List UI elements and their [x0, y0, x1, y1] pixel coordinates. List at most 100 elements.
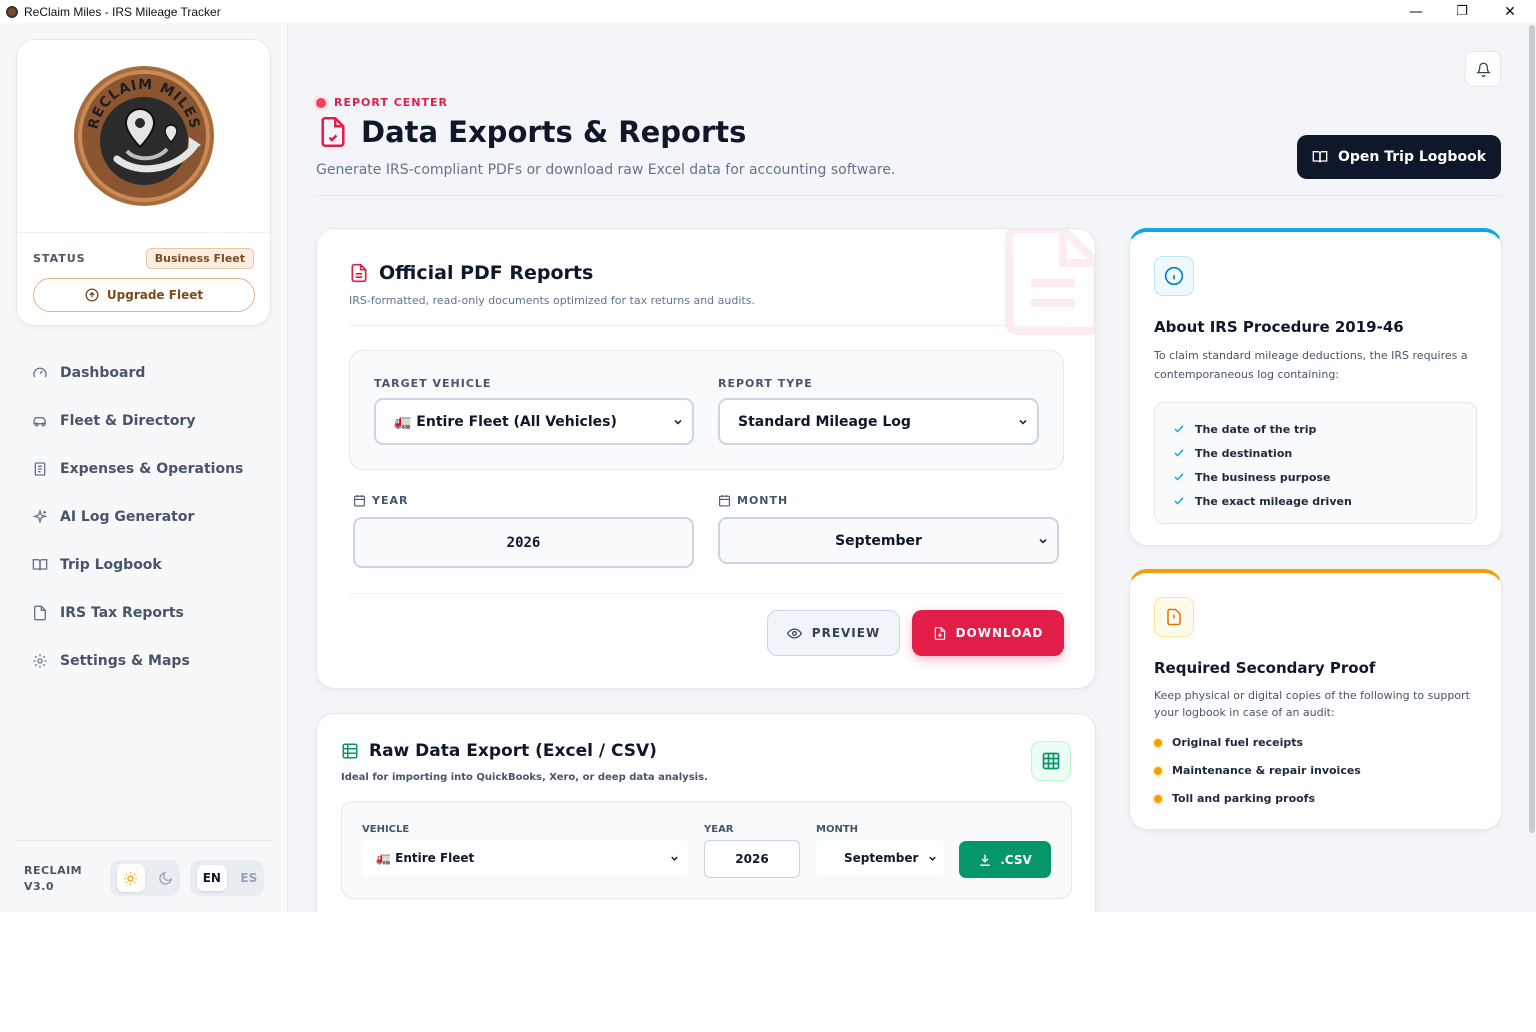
irs-procedure-body: To claim standard mileage deductions, th…	[1154, 349, 1468, 381]
lang-es-button[interactable]: ES	[240, 871, 257, 885]
list-item-text: Toll and parking proofs	[1172, 792, 1316, 805]
sidebar-item-dashboard[interactable]: Dashboard	[22, 349, 272, 397]
sidebar-item-label: Fleet & Directory	[60, 413, 196, 429]
version-line-1: RECLAIM	[24, 864, 83, 877]
theme-toggle	[110, 860, 180, 896]
close-button[interactable]: ✕	[1487, 0, 1533, 23]
light-theme-button[interactable]	[116, 864, 145, 892]
download-icon	[980, 854, 990, 866]
sidebar-item-ai-log[interactable]: AI Log Generator	[22, 493, 272, 541]
raw-year-input[interactable]: 2026	[704, 840, 800, 878]
divider	[349, 325, 1065, 326]
eye-icon	[786, 627, 802, 639]
list-item: The destination	[1173, 441, 1458, 465]
chevron-down-icon	[671, 856, 678, 861]
gauge-icon	[33, 367, 47, 378]
month-label: MONTH	[718, 494, 788, 507]
notifications-button[interactable]	[1465, 51, 1501, 87]
check-icon	[1174, 449, 1184, 457]
raw-export-panel: VEHICLE 🚛 Entire Fleet YEAR 2026 MONTH S…	[341, 801, 1072, 899]
check-icon	[1174, 425, 1184, 433]
list-item-text: Maintenance & repair invoices	[1172, 764, 1361, 777]
sidebar-item-trip-logbook[interactable]: Trip Logbook	[22, 541, 272, 589]
minimize-button[interactable]: —	[1393, 0, 1439, 23]
pdf-reports-title-text: Official PDF Reports	[379, 262, 594, 284]
raw-month-value: September	[844, 851, 919, 865]
list-item: Original fuel receipts	[1154, 736, 1303, 749]
upgrade-fleet-button[interactable]: Upgrade Fleet	[33, 278, 255, 312]
list-item-text: The destination	[1195, 446, 1293, 460]
page-kicker: REPORT CENTER	[316, 96, 448, 109]
sidebar-item-irs-reports[interactable]: IRS Tax Reports	[22, 589, 272, 637]
pdf-reports-title: Official PDF Reports	[349, 262, 593, 284]
open-trip-logbook-button[interactable]: Open Trip Logbook	[1297, 135, 1501, 179]
sidebar-item-label: Dashboard	[60, 365, 146, 381]
sidebar-item-fleet[interactable]: Fleet & Directory	[22, 397, 272, 445]
page-title-text: Data Exports & Reports	[361, 115, 747, 149]
sidebar-item-expenses[interactable]: Expenses & Operations	[22, 445, 272, 493]
dark-theme-button[interactable]	[158, 871, 173, 886]
month-value: September	[835, 532, 922, 549]
chevron-down-icon	[674, 419, 682, 425]
vertical-scrollbar[interactable]	[1528, 23, 1536, 912]
pdf-reports-card: Official PDF Reports IRS-formatted, read…	[316, 228, 1096, 689]
sun-icon	[124, 871, 137, 885]
open-trip-logbook-label: Open Trip Logbook	[1338, 149, 1486, 165]
sidebar-item-label: AI Log Generator	[60, 509, 195, 525]
list-item: The date of the trip	[1173, 417, 1458, 441]
bullet-dot	[1154, 794, 1162, 803]
report-type-value: Standard Mileage Log	[738, 413, 911, 430]
bullet-dot	[1154, 738, 1162, 747]
list-item-text: Original fuel receipts	[1172, 736, 1304, 749]
scrollbar-thumb[interactable]	[1529, 25, 1535, 833]
list-item: Maintenance & repair invoices	[1154, 764, 1361, 777]
vehicle-select[interactable]: 🚛 Entire Fleet	[362, 840, 688, 876]
logo-area: RECLAIM MILES	[17, 40, 270, 233]
calendar-icon	[719, 495, 730, 507]
raw-export-card: Raw Data Export (Excel / CSV) Ideal for …	[316, 713, 1096, 912]
table-icon	[1042, 752, 1060, 770]
raw-export-title-text: Raw Data Export (Excel / CSV)	[369, 741, 657, 761]
chevron-down-icon	[929, 856, 936, 861]
sidebar-item-label: Settings & Maps	[60, 653, 190, 669]
target-vehicle-value: 🚛 Entire Fleet (All Vehicles)	[394, 413, 617, 430]
report-type-select[interactable]: Standard Mileage Log	[718, 398, 1039, 445]
file-icon	[34, 605, 46, 621]
window-title: ReClaim Miles - IRS Mileage Tracker	[24, 4, 221, 19]
list-item: The exact mileage driven	[1173, 489, 1458, 513]
list-item: The business purpose	[1173, 465, 1458, 489]
secondary-proof-card: Required Secondary Proof Keep physical o…	[1129, 569, 1502, 830]
file-download-icon	[934, 626, 945, 640]
month-select[interactable]: September	[718, 517, 1059, 564]
gear-icon	[33, 654, 47, 668]
header-divider	[316, 195, 1502, 196]
check-icon	[1174, 497, 1184, 505]
sidebar-nav: Dashboard Fleet & Directory Expenses & O…	[22, 349, 272, 685]
sidebar-footer: RECLAIM V3.0 EN ES	[16, 840, 272, 912]
file-alert-icon	[1167, 608, 1181, 626]
lang-en-button[interactable]: EN	[196, 865, 227, 891]
upgrade-fleet-label: Upgrade Fleet	[106, 288, 204, 302]
restore-button[interactable]: ❐	[1439, 0, 1485, 23]
download-button[interactable]: DOWNLOAD	[912, 610, 1064, 656]
vehicle-label: VEHICLE	[362, 824, 410, 835]
raw-month-select[interactable]: September	[816, 840, 944, 876]
arrow-up-circle-icon	[85, 288, 99, 302]
file-watermark-icon	[1005, 229, 1095, 335]
year-input[interactable]: 2026	[353, 517, 694, 568]
spreadsheet-button[interactable]	[1031, 741, 1071, 781]
target-vehicle-label: TARGET VEHICLE	[374, 377, 492, 390]
bell-icon	[1475, 62, 1491, 77]
check-icon	[1174, 473, 1184, 481]
sidebar-item-settings[interactable]: Settings & Maps	[22, 637, 272, 685]
irs-requirements-list: The date of the trip The destination The…	[1154, 402, 1477, 524]
list-item-text: The business purpose	[1195, 470, 1331, 484]
csv-export-button[interactable]: .CSV	[959, 841, 1051, 878]
receipt-icon	[34, 462, 46, 476]
irs-procedure-card: About IRS Procedure 2019-46 To claim sta…	[1129, 228, 1502, 546]
chevron-down-icon	[1039, 538, 1047, 544]
preview-button[interactable]: PREVIEW	[767, 610, 900, 656]
csv-label: .CSV	[1000, 852, 1032, 867]
target-vehicle-select[interactable]: 🚛 Entire Fleet (All Vehicles)	[374, 398, 694, 445]
file-text-icon	[351, 263, 367, 283]
